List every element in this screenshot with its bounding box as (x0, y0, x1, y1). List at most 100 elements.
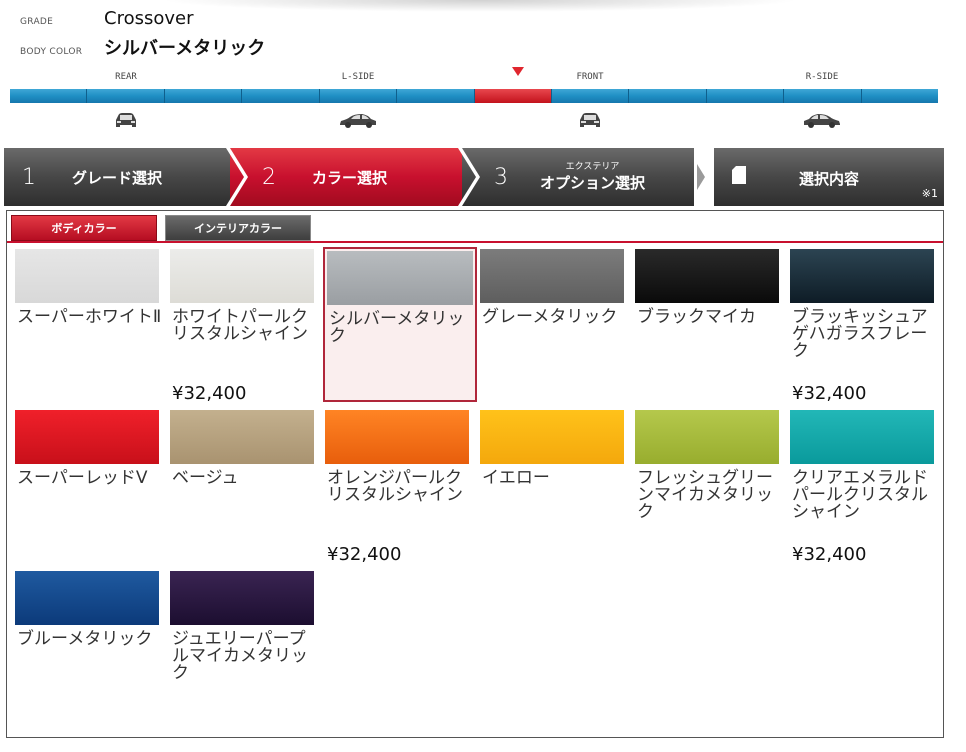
grade-row: GRADE Crossover (20, 8, 193, 29)
color-name: スーパーホワイトⅡ (17, 307, 162, 327)
view-labels: REAR L-SIDE FRONT R-SIDE (10, 70, 938, 84)
color-swatch[interactable]: クリアエメラルドパールクリスタルシャイン ¥32,400 (788, 408, 942, 565)
color-tabs: ボディカラー インテリアカラー (11, 215, 311, 241)
color-name: ジュエリーパープルマイカメタリック (172, 629, 308, 683)
view-label-front[interactable]: FRONT (576, 72, 603, 82)
color-swatch[interactable]: ブラッキッシュアゲハガラスフレーク ¥32,400 (788, 247, 942, 404)
tab-divider (7, 241, 943, 243)
selection-summary-button[interactable]: 選択内容 ※1 (714, 148, 944, 206)
step-label-group: エクステリア オプション選択 (540, 162, 645, 193)
color-chip[interactable] (170, 249, 314, 303)
view-label-rear[interactable]: REAR (115, 72, 137, 82)
step-label: オプション選択 (540, 173, 646, 192)
color-chip[interactable] (327, 251, 473, 305)
color-swatch[interactable]: ブラックマイカ (633, 247, 787, 402)
color-chip[interactable] (15, 410, 159, 464)
color-chip[interactable] (635, 410, 779, 464)
color-name: クリアエメラルドパールクリスタルシャイン (792, 468, 928, 522)
summary-label: 選択内容 (799, 170, 860, 188)
step-number: 2 (262, 164, 276, 190)
color-swatch[interactable]: オレンジパールクリスタルシャイン ¥32,400 (323, 408, 477, 565)
step-sublabel: エクステリア (565, 161, 620, 172)
color-chip[interactable] (325, 410, 469, 464)
step-color[interactable]: 2 カラー選択 (230, 148, 472, 206)
summary-note: ※1 (921, 187, 938, 200)
color-price: ¥32,400 (792, 383, 867, 404)
color-name: スーパーレッドⅤ (17, 468, 148, 488)
chevron-right-icon (458, 148, 480, 206)
arrow-right-icon (697, 164, 705, 190)
view-segment[interactable] (242, 89, 320, 103)
step-options[interactable]: 3 エクステリア オプション選択 (462, 148, 694, 206)
view-segment[interactable] (10, 89, 88, 103)
color-chip[interactable] (15, 249, 159, 303)
color-name: グレーメタリック (482, 307, 618, 327)
step-number: 3 (494, 164, 508, 190)
color-chip[interactable] (790, 249, 934, 303)
view-segment[interactable] (706, 89, 785, 103)
view-segment[interactable] (474, 89, 552, 103)
step-grade[interactable]: 1 グレード選択 (4, 148, 244, 206)
color-swatch[interactable]: ブルーメタリック (13, 569, 167, 724)
grade-value: Crossover (104, 8, 194, 29)
view-segment[interactable] (784, 89, 862, 103)
color-swatch[interactable]: フレッシュグリーンマイカメタリック (633, 408, 787, 563)
color-name: ベージュ (172, 468, 239, 488)
color-price: ¥32,400 (792, 544, 867, 565)
view-segment[interactable] (87, 89, 165, 103)
color-swatch[interactable]: イエロー (478, 408, 632, 563)
view-selector: REAR L-SIDE FRONT R-SIDE (10, 67, 939, 136)
color-name: ブラックマイカ (637, 307, 756, 327)
car-rear-icon[interactable] (112, 112, 140, 130)
color-swatch[interactable]: グレーメタリック (478, 247, 632, 402)
color-chip[interactable] (790, 410, 934, 464)
tab-body-color[interactable]: ボディカラー (11, 215, 157, 241)
step-label: カラー選択 (312, 168, 388, 187)
color-swatch[interactable]: スーパーホワイトⅡ (13, 247, 167, 402)
step-navigation: 1 グレード選択 2 カラー選択 3 エクステリア オプション選択 選択内容 ※… (4, 148, 944, 206)
car-rside-icon[interactable] (802, 112, 842, 130)
color-swatch[interactable]: ホワイトパールクリスタルシャイン ¥32,400 (168, 247, 322, 404)
body-color-value: シルバーメタリック (104, 38, 266, 59)
color-price: ¥32,400 (327, 544, 402, 565)
body-color-key: BODY COLOR (20, 47, 83, 57)
color-swatch[interactable]: ジュエリーパープルマイカメタリック (168, 569, 322, 724)
color-name: ホワイトパールクリスタルシャイン (172, 307, 308, 344)
color-name: ブラッキッシュアゲハガラスフレーク (792, 307, 928, 361)
color-swatch[interactable]: シルバーメタリック (323, 247, 477, 402)
view-label-rside[interactable]: R-SIDE (806, 72, 839, 82)
tab-interior-color[interactable]: インテリアカラー (165, 215, 311, 241)
view-track[interactable] (10, 89, 939, 103)
chevron-right-icon (226, 148, 248, 206)
view-segment[interactable] (551, 89, 630, 103)
document-icon (732, 166, 746, 184)
color-panel: ボディカラー インテリアカラー スーパーホワイトⅡ ホワイトパールクリスタルシャイ… (6, 210, 944, 738)
view-label-lside[interactable]: L-SIDE (342, 72, 375, 82)
color-chip[interactable] (15, 571, 159, 625)
color-chip[interactable] (635, 249, 779, 303)
color-swatch[interactable]: スーパーレッドⅤ (13, 408, 167, 563)
step-number: 1 (22, 164, 36, 190)
color-name: フレッシュグリーンマイカメタリック (637, 468, 773, 522)
car-lside-icon[interactable] (338, 112, 378, 130)
view-segment[interactable] (861, 89, 939, 103)
color-name: イエロー (482, 468, 550, 488)
color-swatch[interactable]: ベージュ (168, 408, 322, 563)
color-name: シルバーメタリック (329, 309, 465, 346)
view-segment[interactable] (319, 89, 398, 103)
color-price: ¥32,400 (172, 383, 247, 404)
grade-key: GRADE (20, 17, 54, 27)
color-chip[interactable] (480, 410, 624, 464)
step-label: グレード選択 (72, 168, 163, 187)
color-chip[interactable] (170, 571, 314, 625)
view-segment[interactable] (397, 89, 475, 103)
color-name: ブルーメタリック (17, 629, 153, 649)
view-segment[interactable] (164, 89, 243, 103)
body-color-row: BODY COLOR シルバーメタリック (20, 34, 265, 60)
view-segment[interactable] (629, 89, 707, 103)
color-chip[interactable] (170, 410, 314, 464)
color-name: オレンジパールクリスタルシャイン (327, 468, 463, 505)
color-chip[interactable] (480, 249, 624, 303)
car-front-icon[interactable] (576, 112, 604, 130)
top-shadow (160, 0, 800, 12)
